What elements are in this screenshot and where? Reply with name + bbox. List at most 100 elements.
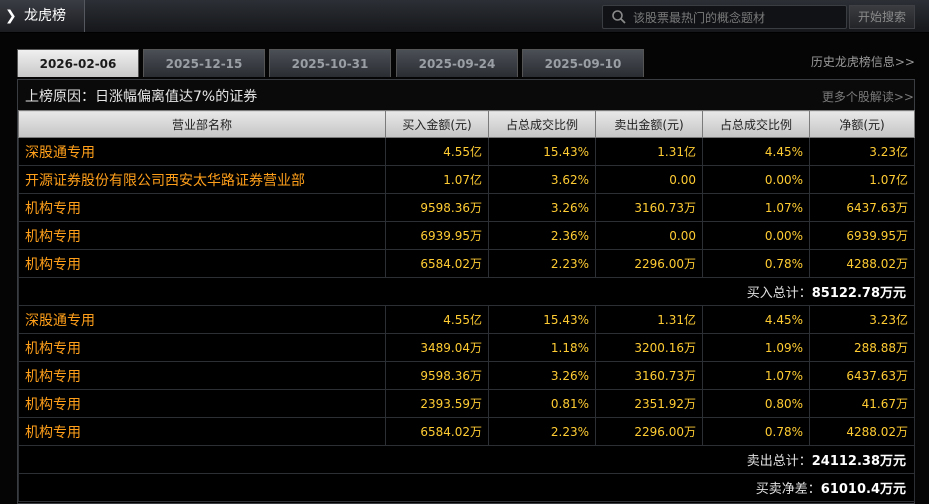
sell-ratio: 1.09%	[702, 333, 810, 362]
sell-ratio: 1.07%	[702, 361, 810, 390]
buy-total-value: 85122.78万元	[811, 286, 906, 301]
net-amount: 6939.95万	[809, 221, 915, 250]
net-amount: 4288.02万	[809, 417, 915, 446]
table-row: 开源证券股份有限公司西安太华路证券营业部 1.07亿 3.62% 0.00 0.…	[18, 165, 915, 194]
tab-date-3[interactable]: 2025-10-31	[269, 49, 391, 77]
search-button[interactable]: 开始搜索	[849, 5, 915, 29]
sell-amount: 2296.00万	[595, 417, 703, 446]
sell-amount: 3160.73万	[595, 193, 703, 222]
sell-ratio: 0.80%	[702, 389, 810, 418]
sell-amount: 0.00	[595, 165, 703, 194]
sell-amount: 1.31亿	[595, 137, 703, 166]
net-amount: 3.23亿	[809, 137, 915, 166]
top-bar: ❯ 龙虎榜 开始搜索	[0, 0, 929, 33]
table-row: 深股通专用 4.55亿 15.43% 1.31亿 4.45% 3.23亿	[18, 137, 915, 166]
sell-ratio: 1.07%	[702, 193, 810, 222]
branch-name[interactable]: 机构专用	[18, 193, 386, 222]
table-row: 机构专用 3489.04万 1.18% 3200.16万 1.09% 288.8…	[18, 333, 915, 362]
buy-total: 买入总计：85122.78万元	[18, 277, 915, 306]
buy-amount: 4.55亿	[385, 137, 489, 166]
buy-amount: 1.07亿	[385, 165, 489, 194]
col-header-sell-amount[interactable]: 卖出金额(元)	[595, 110, 703, 138]
sell-total-label: 卖出总计：	[746, 454, 812, 469]
table-row: 机构专用 9598.36万 3.26% 3160.73万 1.07% 6437.…	[18, 193, 915, 222]
branch-name[interactable]: 机构专用	[18, 333, 386, 362]
col-header-branch[interactable]: 营业部名称	[18, 110, 386, 138]
branch-name[interactable]: 机构专用	[18, 361, 386, 390]
buy-amount: 6584.02万	[385, 249, 489, 278]
lhb-panel: 上榜原因：日涨幅偏离值达7%的证券 更多个股解读>> 营业部名称 买入金额(元)…	[17, 79, 915, 504]
table-row: 机构专用 2393.59万 0.81% 2351.92万 0.80% 41.67…	[18, 389, 915, 418]
buy-ratio: 0.81%	[488, 389, 596, 418]
reason-row: 上榜原因：日涨幅偏离值达7%的证券 更多个股解读>>	[18, 80, 914, 111]
lhb-table: 营业部名称 买入金额(元) 占总成交比例 卖出金额(元) 占总成交比例 净额(元…	[18, 110, 915, 502]
net-total-row: 买卖净差：61010.4万元	[18, 473, 915, 502]
sell-amount: 0.00	[595, 221, 703, 250]
net-amount: 4288.02万	[809, 249, 915, 278]
buy-total-row: 买入总计：85122.78万元	[18, 277, 915, 306]
branch-name[interactable]: 机构专用	[18, 389, 386, 418]
sell-amount: 3200.16万	[595, 333, 703, 362]
net-total-value: 61010.4万元	[820, 482, 906, 497]
buy-ratio: 15.43%	[488, 305, 596, 334]
tab-date-2[interactable]: 2025-12-15	[143, 49, 265, 77]
table-row: 机构专用 9598.36万 3.26% 3160.73万 1.07% 6437.…	[18, 361, 915, 390]
buy-amount: 9598.36万	[385, 361, 489, 390]
title-box: ❯ 龙虎榜	[0, 0, 85, 32]
history-link[interactable]: 历史龙虎榜信息>>	[811, 53, 915, 70]
branch-name[interactable]: 开源证券股份有限公司西安太华路证券营业部	[18, 165, 386, 194]
search-box[interactable]	[602, 5, 847, 29]
buy-ratio: 2.23%	[488, 417, 596, 446]
sell-ratio: 4.45%	[702, 137, 810, 166]
sell-ratio: 0.00%	[702, 221, 810, 250]
col-header-sell-ratio[interactable]: 占总成交比例	[702, 110, 810, 138]
tab-date-4[interactable]: 2025-09-24	[396, 49, 518, 77]
net-total-label: 买卖净差：	[755, 482, 821, 497]
buy-amount: 4.55亿	[385, 305, 489, 334]
table-row: 深股通专用 4.55亿 15.43% 1.31亿 4.45% 3.23亿	[18, 305, 915, 334]
search-input[interactable]	[631, 8, 843, 27]
net-amount: 41.67万	[809, 389, 915, 418]
table-header-row: 营业部名称 买入金额(元) 占总成交比例 卖出金额(元) 占总成交比例 净额(元…	[18, 110, 915, 138]
sell-total-row: 卖出总计：24112.38万元	[18, 445, 915, 474]
table-row: 机构专用 6584.02万 2.23% 2296.00万 0.78% 4288.…	[18, 249, 915, 278]
more-analysis-link[interactable]: 更多个股解读>>	[822, 88, 914, 105]
chevron-right-icon: ❯	[5, 8, 17, 24]
buy-amount: 6584.02万	[385, 417, 489, 446]
tab-date-1[interactable]: 2026-02-06	[17, 49, 139, 77]
buy-ratio: 3.62%	[488, 165, 596, 194]
buy-ratio: 3.26%	[488, 193, 596, 222]
table-row: 机构专用 6584.02万 2.23% 2296.00万 0.78% 4288.…	[18, 417, 915, 446]
buy-amount: 2393.59万	[385, 389, 489, 418]
sell-ratio: 0.00%	[702, 165, 810, 194]
branch-name[interactable]: 深股通专用	[18, 305, 386, 334]
sell-ratio: 0.78%	[702, 417, 810, 446]
net-amount: 6437.63万	[809, 361, 915, 390]
sell-total-value: 24112.38万元	[811, 454, 906, 469]
tab-date-5[interactable]: 2025-09-10	[522, 49, 644, 77]
sell-ratio: 4.45%	[702, 305, 810, 334]
sell-amount: 1.31亿	[595, 305, 703, 334]
branch-name[interactable]: 深股通专用	[18, 137, 386, 166]
branch-name[interactable]: 机构专用	[18, 417, 386, 446]
table-row: 机构专用 6939.95万 2.36% 0.00 0.00% 6939.95万	[18, 221, 915, 250]
sell-ratio: 0.78%	[702, 249, 810, 278]
col-header-buy-amount[interactable]: 买入金额(元)	[385, 110, 489, 138]
col-header-net[interactable]: 净额(元)	[809, 110, 915, 138]
sell-amount: 3160.73万	[595, 361, 703, 390]
branch-name[interactable]: 机构专用	[18, 221, 386, 250]
net-amount: 6437.63万	[809, 193, 915, 222]
buy-ratio: 2.23%	[488, 249, 596, 278]
buy-amount: 3489.04万	[385, 333, 489, 362]
sell-amount: 2351.92万	[595, 389, 703, 418]
branch-name[interactable]: 机构专用	[18, 249, 386, 278]
net-amount: 3.23亿	[809, 305, 915, 334]
buy-amount: 9598.36万	[385, 193, 489, 222]
net-amount: 288.88万	[809, 333, 915, 362]
buy-ratio: 1.18%	[488, 333, 596, 362]
buy-amount: 6939.95万	[385, 221, 489, 250]
sell-amount: 2296.00万	[595, 249, 703, 278]
listing-reason: 上榜原因：日涨幅偏离值达7%的证券	[25, 89, 258, 105]
col-header-buy-ratio[interactable]: 占总成交比例	[488, 110, 596, 138]
sell-total: 卖出总计：24112.38万元	[18, 445, 915, 474]
